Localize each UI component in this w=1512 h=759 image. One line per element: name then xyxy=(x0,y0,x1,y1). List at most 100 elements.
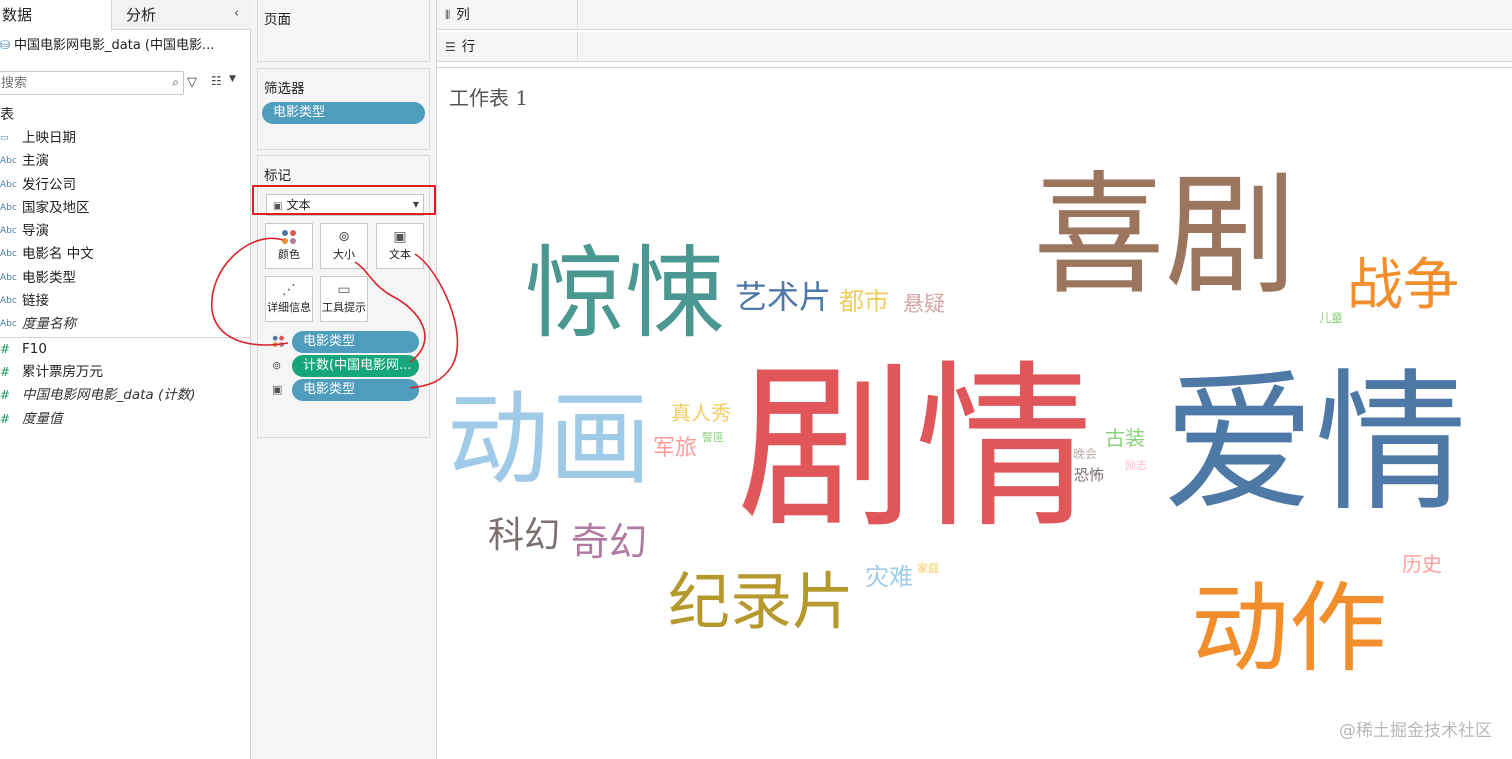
field-item[interactable]: Abc 链接 xyxy=(0,290,251,313)
field-item[interactable]: Abc 导演 xyxy=(0,220,251,243)
color-button[interactable]: 颜色 xyxy=(265,223,313,269)
chevron-down-icon[interactable]: ▼ xyxy=(229,74,236,84)
collapse-pane-icon[interactable]: ‹ xyxy=(234,6,239,21)
text-button[interactable]: ▣ 文本 xyxy=(376,223,424,269)
word-cloud-word[interactable]: 艺术片 xyxy=(735,281,831,313)
tooltip-icon: ▭ xyxy=(337,282,351,298)
word-cloud-word[interactable]: 都市 xyxy=(839,289,889,314)
color-button-label: 颜色 xyxy=(278,248,300,261)
rows-label: 行 xyxy=(461,39,476,55)
filter-pill[interactable]: 电影类型 xyxy=(262,102,425,124)
word-cloud-word[interactable]: 灾难 xyxy=(865,565,913,589)
text-encoding-icon: ▣ xyxy=(272,383,283,396)
size-pill[interactable]: 计数(中国电影网... xyxy=(292,355,419,377)
filter-icon[interactable]: ▽ xyxy=(187,75,197,90)
word-cloud-word[interactable]: 真人秀 xyxy=(671,403,731,423)
field-name: 发行公司 xyxy=(22,176,76,193)
color-pill[interactable]: 电影类型 xyxy=(292,331,419,353)
pane-tabs: 数据 分析 ‹ xyxy=(0,0,251,31)
word-cloud-word[interactable]: 喜剧 xyxy=(1033,170,1297,302)
string-type-icon: Abc xyxy=(0,296,17,307)
word-cloud-word[interactable]: 科幻 xyxy=(488,518,560,554)
string-type-icon: Abc xyxy=(0,179,17,190)
field-item[interactable]: # 度量值 xyxy=(0,408,251,431)
word-cloud-word[interactable]: 纪录片 xyxy=(668,571,854,633)
date-type-icon: ▭ xyxy=(0,133,9,143)
field-name: F10 xyxy=(22,340,47,357)
string-type-icon: Abc xyxy=(0,202,17,213)
word-cloud-word[interactable]: 历史 xyxy=(1402,554,1442,574)
filters-card[interactable]: 筛选器 电影类型 xyxy=(257,68,430,150)
pages-card[interactable]: 页面 xyxy=(257,0,430,62)
tab-data[interactable]: 数据 xyxy=(0,0,112,31)
field-item[interactable]: Abc 电影类型 xyxy=(0,267,251,290)
word-cloud-word[interactable]: 剧情 xyxy=(737,360,1093,538)
detail-button[interactable]: ⋰ 详细信息 xyxy=(265,276,313,322)
search-icon[interactable]: ⌕ xyxy=(172,75,179,90)
columns-label: 列 xyxy=(456,7,470,23)
word-cloud-word[interactable]: 惊悚 xyxy=(525,244,725,344)
size-button[interactable]: ⊚ 大小 xyxy=(320,223,368,269)
string-type-icon: Abc xyxy=(0,226,17,237)
pages-card-title: 页面 xyxy=(264,12,291,28)
field-item[interactable]: # 累计票房万元 xyxy=(0,361,251,384)
text-button-label: 文本 xyxy=(389,248,411,261)
word-cloud-word[interactable]: 奇幻 xyxy=(571,523,647,561)
word-cloud-word[interactable]: 晚会 xyxy=(1073,448,1097,460)
datasource-item[interactable]: ⛁ 中国电影网电影_data (中国电影... xyxy=(0,34,214,56)
watermark: @稀土掘金技术社区 xyxy=(1339,721,1492,741)
data-pane: 数据 分析 ‹ ⛁中国电影网电影_data (中国电影... ⌕ ▽ ☷ ▼ 表… xyxy=(0,0,251,759)
field-name: 主演 xyxy=(22,153,49,170)
field-name: 度量名称 xyxy=(22,316,76,333)
field-item[interactable]: Abc 度量名称 xyxy=(0,313,251,336)
field-item[interactable]: # 中国电影网电影_data (计数) xyxy=(0,384,251,407)
word-cloud-word[interactable]: 家庭 xyxy=(917,563,939,574)
size-icon: ⊚ xyxy=(338,229,350,245)
tooltip-button-label: 工具提示 xyxy=(322,301,366,314)
tab-analysis[interactable]: 分析 xyxy=(126,0,156,30)
field-item[interactable]: ▭ 上映日期 xyxy=(0,127,251,150)
rows-shelf[interactable]: ☰ 行 xyxy=(437,32,1512,62)
columns-shelf-label: ⦀ 列 xyxy=(437,0,578,30)
word-cloud-word[interactable]: 战争 xyxy=(1347,258,1459,314)
field-name: 上映日期 xyxy=(22,130,76,146)
field-item[interactable]: Abc 主演 xyxy=(0,150,251,173)
number-type-icon: # xyxy=(0,341,11,356)
filters-card-title: 筛选器 xyxy=(264,81,305,97)
columns-shelf[interactable]: ⦀ 列 xyxy=(437,0,1512,30)
sheet-title[interactable]: 工作表 1 xyxy=(449,82,528,111)
word-cloud-word[interactable]: 爱情 xyxy=(1163,368,1467,520)
rows-shelf-label: ☰ 行 xyxy=(437,32,578,62)
tooltip-button[interactable]: ▭ 工具提示 xyxy=(320,276,368,322)
string-type-icon: Abc xyxy=(0,156,17,167)
field-name: 电影名 中文 xyxy=(22,246,94,263)
word-cloud-word[interactable]: 古装 xyxy=(1105,428,1145,448)
field-list: ▭ 上映日期 Abc 主演 Abc 发行公司 Abc 国家及地区 Abc 导演 Abc 电影… xyxy=(0,127,251,431)
color-encoding-icon xyxy=(272,335,286,349)
field-item[interactable]: Abc 国家及地区 xyxy=(0,197,251,220)
rows-icon: ☰ xyxy=(445,40,456,54)
field-name: 链接 xyxy=(22,293,49,310)
word-cloud-word[interactable]: 恐怖 xyxy=(1074,468,1104,483)
word-cloud-word[interactable]: 动画 xyxy=(447,390,651,492)
word-cloud-word[interactable]: 儿童 xyxy=(1319,312,1343,324)
field-item[interactable]: # F10 xyxy=(0,338,251,361)
number-type-icon: # xyxy=(0,364,11,379)
word-cloud-word[interactable]: 动作 xyxy=(1191,580,1387,678)
size-encoding-icon: ⊚ xyxy=(272,359,282,372)
field-search-input[interactable] xyxy=(0,72,159,94)
list-view-icon[interactable]: ☷ xyxy=(211,74,222,88)
word-cloud-word[interactable]: 警匪 xyxy=(702,432,724,443)
field-name: 中国电影网电影_data (计数) xyxy=(22,387,196,404)
field-item[interactable]: Abc 发行公司 xyxy=(0,174,251,197)
text-pill[interactable]: 电影类型 xyxy=(292,379,419,401)
datasource-icon: ⛁ xyxy=(0,38,11,52)
field-item[interactable]: Abc 电影名 中文 xyxy=(0,243,251,266)
field-name: 电影类型 xyxy=(22,269,76,286)
word-cloud-word[interactable]: 悬疑 xyxy=(903,294,945,315)
string-type-icon: Abc xyxy=(0,272,17,283)
word-cloud-word[interactable]: 励志 xyxy=(1125,460,1147,471)
worksheet-view[interactable]: 工作表 1 剧情 爱情 喜剧惊悚动画动作 纪录片 战争 艺术片 都市 悬疑儿童真人秀军旅 警匪 古… xyxy=(437,67,1512,759)
word-cloud-word[interactable]: 军旅 xyxy=(653,438,697,460)
tables-header: 表 xyxy=(0,107,14,123)
